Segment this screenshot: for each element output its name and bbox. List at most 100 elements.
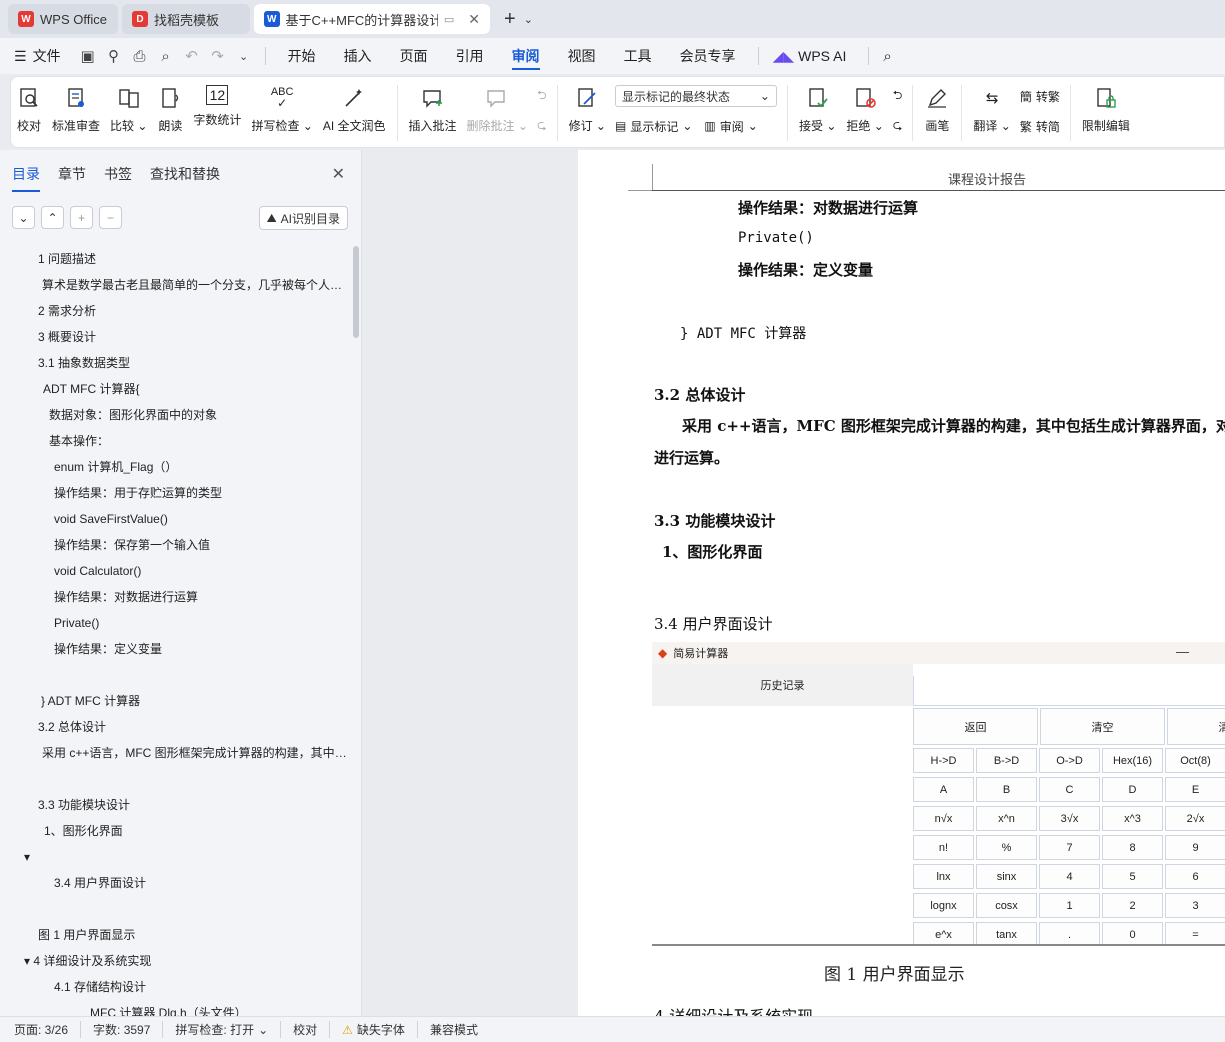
reject-button[interactable]: 拒绝 ⌄ bbox=[841, 85, 888, 134]
tab-chapters[interactable]: 章节 bbox=[58, 164, 86, 192]
ai-toc-button[interactable]: ⛰ AI识别目录 bbox=[258, 206, 348, 230]
toc-item[interactable]: enum 计算机_Flag（） bbox=[0, 454, 350, 480]
insert-comment-button[interactable]: 插入批注 bbox=[404, 85, 462, 134]
spell-check-button[interactable]: ABC ✓ 拼写检查 ⌄ bbox=[246, 85, 317, 134]
menu-review[interactable]: 审阅 bbox=[498, 38, 554, 74]
missing-font-indicator[interactable]: ⚠ 缺失字体 bbox=[342, 1021, 418, 1038]
calc-key: = bbox=[1165, 922, 1225, 946]
read-aloud-button[interactable]: 朗读 bbox=[152, 85, 188, 134]
save-icon[interactable]: ▣ bbox=[75, 47, 101, 65]
previous-change-icon[interactable]: ⮌ bbox=[893, 85, 903, 107]
translate-button[interactable]: ⇆ 翻译 ⌄ bbox=[968, 85, 1015, 134]
menu-member[interactable]: 会员专享 bbox=[666, 38, 750, 74]
word-count-button[interactable]: 12 字数统计 bbox=[188, 85, 246, 128]
menu-page[interactable]: 页面 bbox=[386, 38, 442, 74]
toc-item[interactable]: 算术是数学最古老且最简单的一个分支，几乎被每个人使用，从... bbox=[0, 272, 350, 298]
toc-item[interactable]: 基本操作： bbox=[0, 428, 350, 454]
calc-key-row: H->D B->D O->D Hex(16) Oct(8) bbox=[913, 748, 1225, 773]
tab-document[interactable]: W 基于C++MFC的计算器设计 ▭ ✕ bbox=[254, 4, 490, 34]
delete-comment-button[interactable]: 删除批注 ⌄ bbox=[462, 85, 533, 134]
proof-indicator[interactable]: 校对 bbox=[293, 1021, 331, 1038]
toc-item[interactable]: 3.2 总体设计 bbox=[0, 714, 350, 740]
next-change-icon[interactable]: ⮎ bbox=[893, 115, 903, 137]
toc-item[interactable]: 采用 c++语言，MFC 图形框架完成计算器的构建，其中包括生成计算器... bbox=[0, 740, 350, 766]
toc-item[interactable] bbox=[0, 662, 350, 688]
divider bbox=[757, 47, 759, 65]
brush-button[interactable]: 画笔 bbox=[919, 85, 955, 134]
wps-ai-menu[interactable]: WPS AI bbox=[798, 48, 846, 64]
menu-home[interactable]: 开始 bbox=[274, 38, 330, 74]
compare-button[interactable]: 比较 ⌄ bbox=[105, 85, 152, 134]
chevron-down-icon[interactable]: ⌄ bbox=[12, 206, 35, 229]
toc-item[interactable]: Private() bbox=[0, 610, 350, 636]
restrict-edit-button[interactable]: 限制编辑 bbox=[1077, 85, 1135, 134]
toc-item[interactable]: 3 概要设计 bbox=[0, 324, 350, 350]
previous-comment-icon[interactable]: ⮌ bbox=[537, 85, 547, 107]
menu-references[interactable]: 引用 bbox=[442, 38, 498, 74]
track-changes-button[interactable]: 修订 ⌄ bbox=[564, 85, 611, 134]
toc-item[interactable]: 操作结果：定义变量 bbox=[0, 636, 350, 662]
to-traditional-button[interactable]: 簡转繁 bbox=[1020, 85, 1060, 107]
next-comment-icon[interactable]: ⮎ bbox=[537, 115, 547, 137]
print-preview-icon[interactable]: ⌕ bbox=[153, 48, 179, 65]
word-count-indicator[interactable]: 字数: 3597 bbox=[93, 1021, 164, 1038]
toc-item[interactable]: 3.1 抽象数据类型 bbox=[0, 350, 350, 376]
print-icon[interactable]: ⎙ bbox=[127, 48, 153, 65]
add-icon[interactable]: + bbox=[70, 206, 93, 229]
toc-item[interactable]: 4.1 存储结构设计 bbox=[0, 974, 350, 1000]
toc-item[interactable] bbox=[0, 766, 350, 792]
new-tab-icon[interactable]: + bbox=[504, 8, 516, 31]
ai-polish-button[interactable]: AI 全文润色 bbox=[318, 85, 391, 134]
toc-item[interactable]: 1 问题描述 bbox=[0, 246, 350, 272]
toc-item[interactable]: 3.4 用户界面设计 bbox=[0, 870, 350, 896]
toc-item[interactable]: ▾ 4 详细设计及系统实现 bbox=[0, 948, 350, 974]
toc-item[interactable]: MFC 计算器 Dlg.h（头文件） bbox=[0, 1000, 350, 1016]
toc-item[interactable]: void SaveFirstValue() bbox=[0, 506, 350, 532]
toc-item[interactable]: 3.3 功能模块设计 bbox=[0, 792, 350, 818]
redo-icon[interactable]: ↷ bbox=[205, 47, 231, 65]
toc-item[interactable]: 数据对象：图形化界面中的对象 bbox=[0, 402, 350, 428]
hamburger-icon[interactable]: ☰ bbox=[14, 48, 27, 65]
link-icon[interactable]: ⚲ bbox=[101, 47, 127, 65]
chevron-down-icon[interactable]: ⌄ bbox=[231, 50, 257, 63]
toc-item[interactable]: 1、图形化界面 bbox=[0, 818, 350, 844]
page-indicator[interactable]: 页面: 3/26 bbox=[14, 1021, 82, 1038]
tab-wps-office[interactable]: W WPS Office bbox=[8, 4, 118, 34]
file-menu[interactable]: 文件 bbox=[33, 46, 61, 66]
tab-toc[interactable]: 目录 bbox=[12, 164, 40, 192]
review-pane-button[interactable]: ▥ 审阅 ⌄ bbox=[704, 115, 757, 137]
menu-insert[interactable]: 插入 bbox=[330, 38, 386, 74]
tab-find-replace[interactable]: 查找和替换 bbox=[150, 164, 220, 192]
accept-button[interactable]: 接受 ⌄ bbox=[794, 85, 841, 134]
toc-item[interactable]: ▾ bbox=[0, 844, 350, 870]
toc-item[interactable]: void Calculator() bbox=[0, 558, 350, 584]
toc-item[interactable]: 操作结果：用于存贮运算的类型 bbox=[0, 480, 350, 506]
toc-item[interactable] bbox=[0, 896, 350, 922]
tab-docer-templates[interactable]: D 找稻壳模板 bbox=[122, 4, 250, 34]
toc-item[interactable]: 操作结果：对数据进行运算 bbox=[0, 584, 350, 610]
standard-review-button[interactable]: 标准审查 bbox=[47, 85, 105, 134]
tab-bookmarks[interactable]: 书签 bbox=[104, 164, 132, 192]
proofread-button[interactable]: 校对 bbox=[11, 85, 47, 134]
remove-icon[interactable]: − bbox=[99, 206, 122, 229]
calc-key: A bbox=[913, 777, 974, 802]
scrollbar[interactable] bbox=[353, 246, 359, 338]
toc-item[interactable]: ADT MFC 计算器{ bbox=[0, 376, 350, 402]
chevron-down-icon[interactable]: ⌄ bbox=[524, 13, 533, 26]
undo-icon[interactable]: ↶ bbox=[179, 47, 205, 65]
toc-item[interactable]: 2 需求分析 bbox=[0, 298, 350, 324]
search-icon[interactable]: ⌕ bbox=[883, 48, 891, 65]
toc-item[interactable]: 图 1 用户界面显示 bbox=[0, 922, 350, 948]
menu-view[interactable]: 视图 bbox=[554, 38, 610, 74]
show-markup-button[interactable]: ▤ 显示标记 ⌄ bbox=[615, 115, 692, 137]
calc-key: D bbox=[1102, 777, 1163, 802]
toc-item[interactable]: 操作结果：保存第一个输入值 bbox=[0, 532, 350, 558]
menu-tools[interactable]: 工具 bbox=[610, 38, 666, 74]
spell-check-indicator[interactable]: 拼写检查: 打开 ⌄ bbox=[175, 1021, 282, 1038]
markup-state-select[interactable]: 显示标记的最终状态 ⌄ bbox=[614, 85, 777, 107]
chevron-up-icon[interactable]: ⌃ bbox=[41, 206, 64, 229]
toc-item[interactable]: } ADT MFC 计算器 bbox=[0, 688, 350, 714]
to-simplified-button[interactable]: 繁转简 bbox=[1020, 115, 1060, 137]
close-icon[interactable]: ✕ bbox=[332, 164, 345, 184]
close-tab-icon[interactable]: ✕ bbox=[468, 11, 480, 28]
